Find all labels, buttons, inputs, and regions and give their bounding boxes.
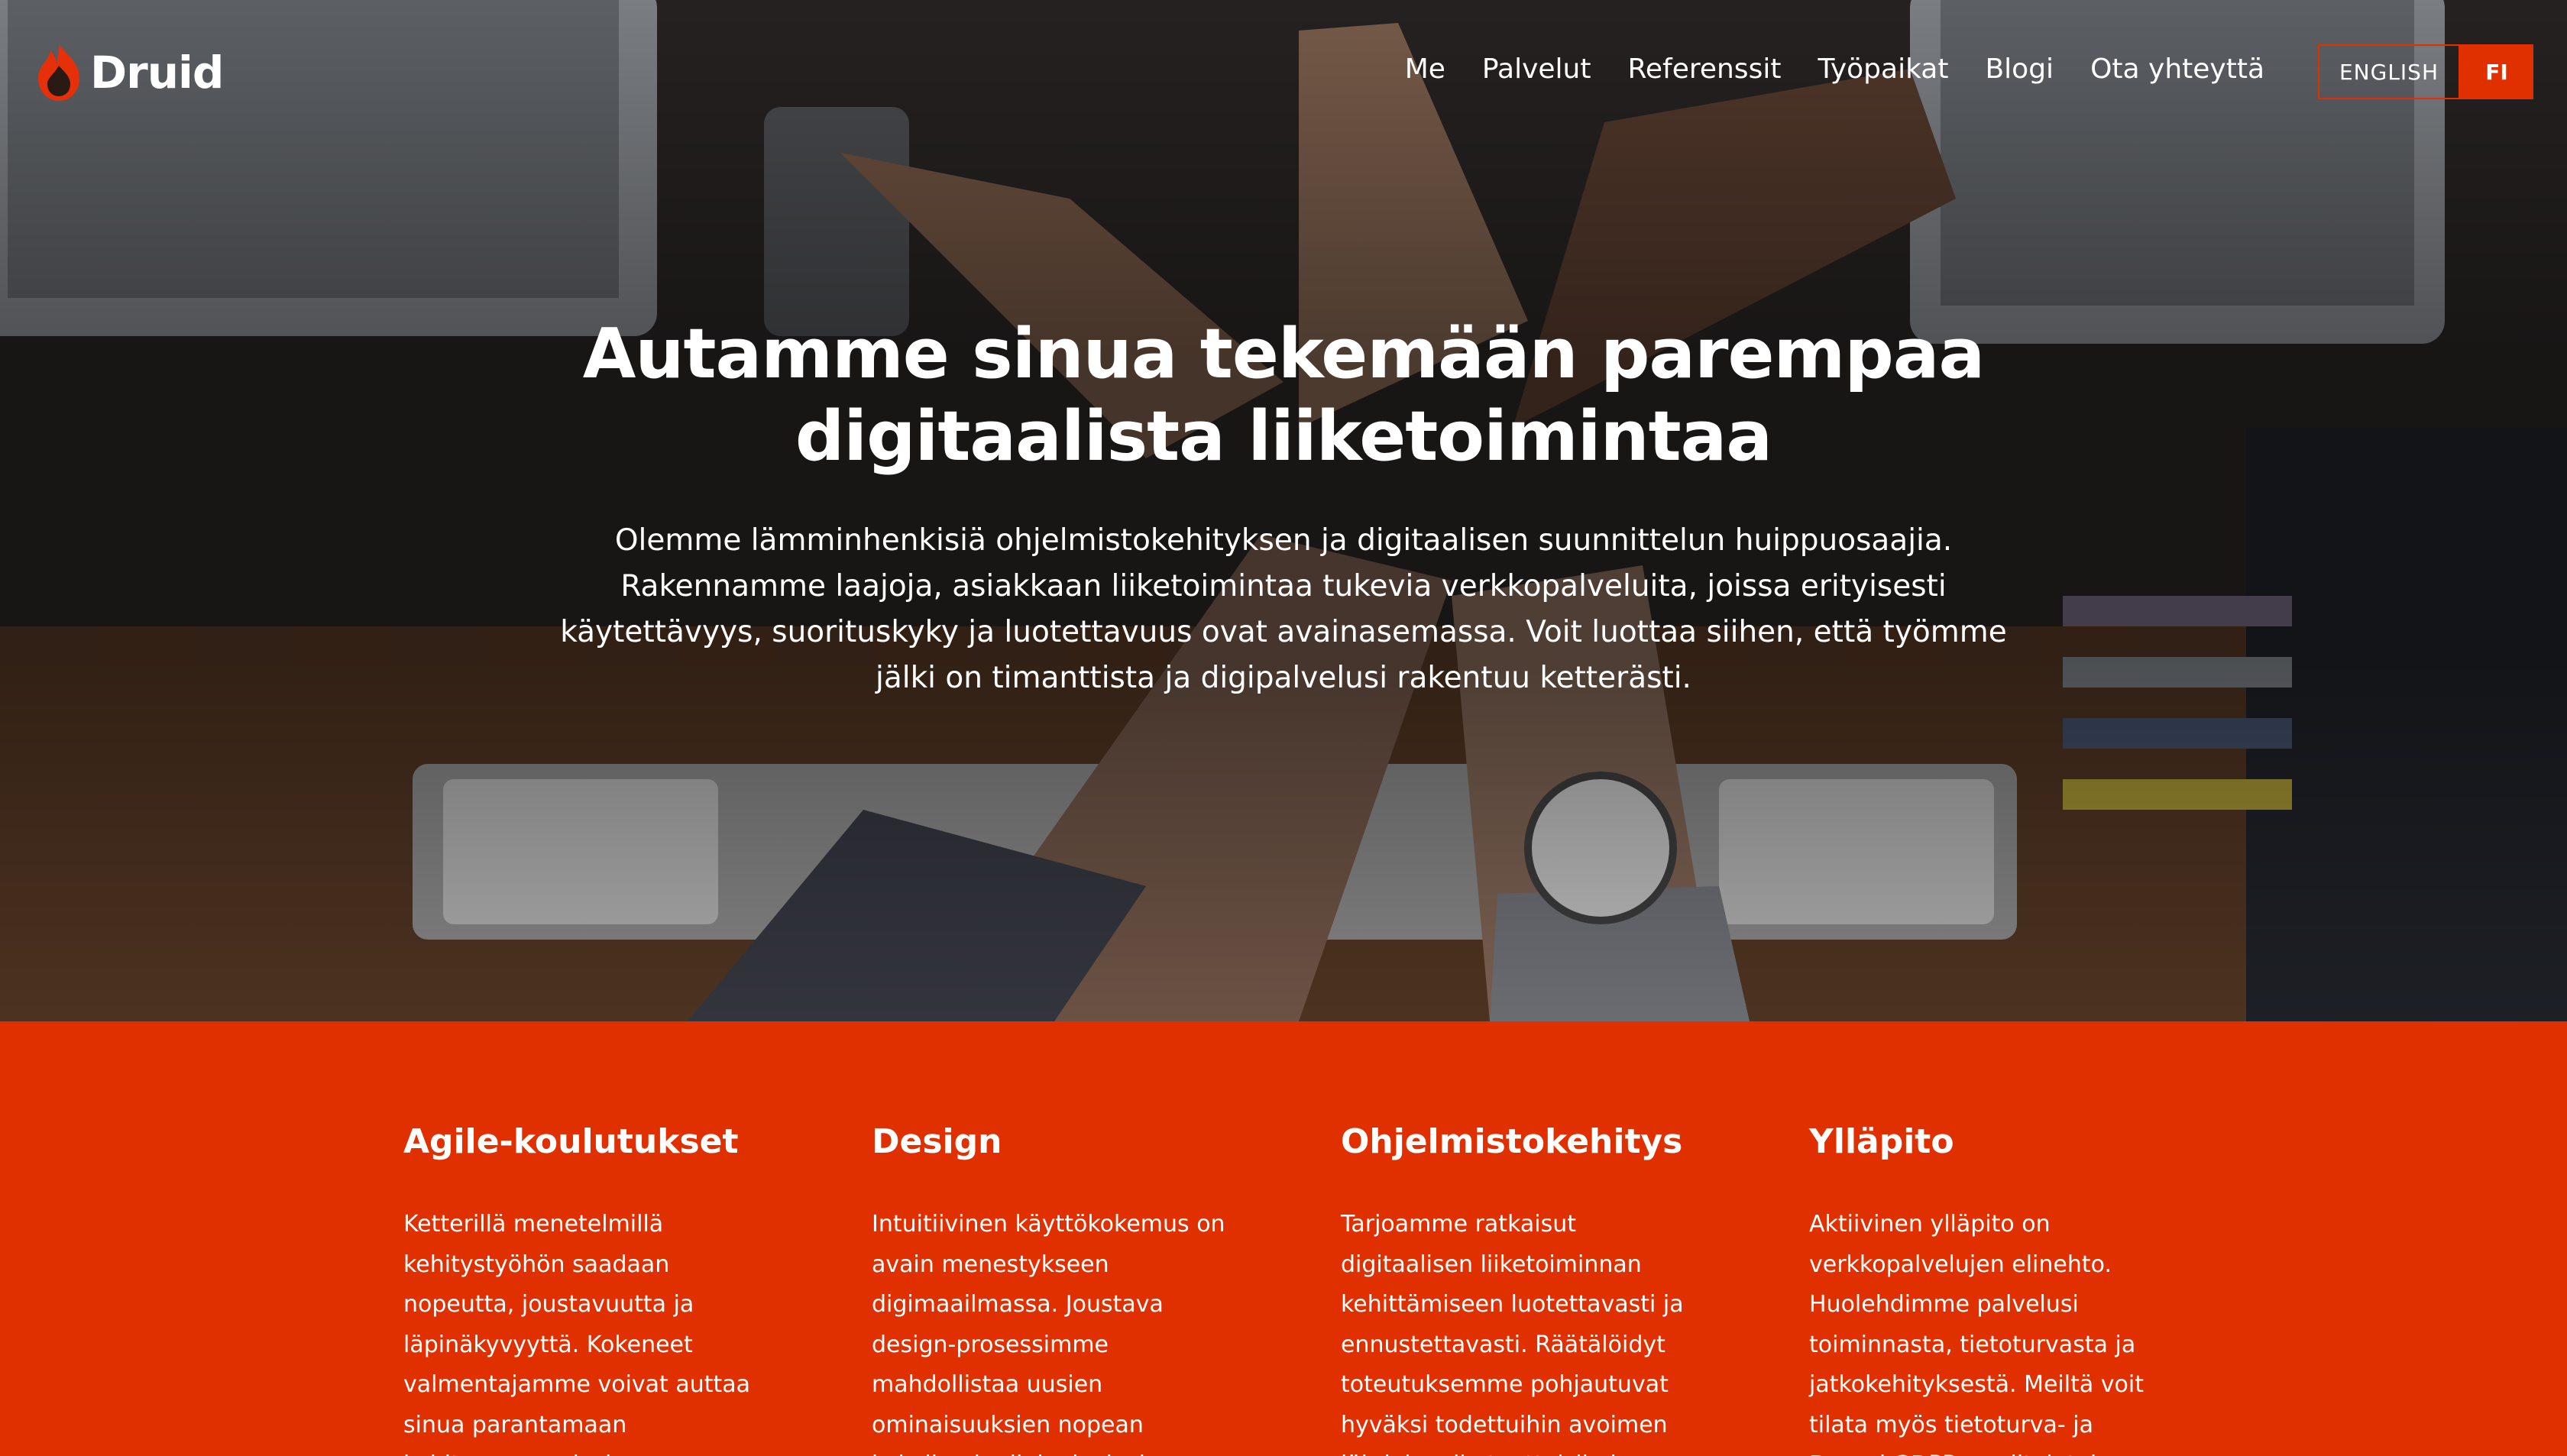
service-software-development-text: Tarjoamme ratkaisut digitaalisen liiketo… — [1341, 1211, 1684, 1456]
hero-description: Olemme lämminhenkisiä ohjelmistokehityks… — [560, 523, 2007, 695]
druid-logo[interactable]: Druid — [35, 43, 224, 102]
service-agile-title[interactable]: Agile-koulutukset — [403, 1119, 762, 1165]
service-design[interactable]: Design Intuitiivinen käyttökokemus on av… — [872, 1119, 1231, 1456]
language-english-button[interactable]: ENGLISH — [2318, 44, 2460, 99]
service-maintenance-text: Aktiivinen ylläpito on verkkopalvelujen … — [1809, 1211, 2144, 1456]
hero-section: Druid Me Palvelut Referenssit Työpaikat … — [0, 0, 2567, 1021]
nav-item-palvelut[interactable]: Palvelut — [1482, 53, 1591, 85]
hero-title: Autamme sinua tekemään parempaa digitaal… — [520, 313, 2047, 478]
service-maintenance-title[interactable]: Ylläpito — [1809, 1119, 2168, 1165]
service-agile[interactable]: Agile-koulutukset Ketterillä menetelmill… — [403, 1119, 762, 1456]
service-software-development[interactable]: Ohjelmistokehitys Tarjoamme ratkaisut di… — [1341, 1119, 1700, 1456]
hero-title-line-2: digitaalista liiketoimintaa — [795, 396, 1772, 477]
service-design-text: Intuitiivinen käyttökokemus on avain men… — [872, 1211, 1225, 1456]
nav-item-ota-yhteytta[interactable]: Ota yhteyttä — [2090, 53, 2264, 85]
nav-item-tyopaikat[interactable]: Työpaikat — [1818, 53, 1948, 85]
logo-wordmark: Druid — [90, 47, 224, 99]
language-switcher: ENGLISH FI — [2318, 44, 2533, 99]
main-navigation: Me Palvelut Referenssit Työpaikat Blogi … — [1405, 53, 2264, 85]
hero-title-line-1: Autamme sinua tekemään parempaa — [582, 314, 1985, 394]
service-agile-text: Ketterillä menetelmillä kehitystyöhön sa… — [403, 1211, 751, 1456]
services-section: Agile-koulutukset Ketterillä menetelmill… — [0, 1021, 2567, 1456]
nav-item-blogi[interactable]: Blogi — [1985, 53, 2054, 85]
service-maintenance[interactable]: Ylläpito Aktiivinen ylläpito on verkkopa… — [1809, 1119, 2168, 1456]
nav-item-referenssit[interactable]: Referenssit — [1627, 53, 1781, 85]
hero-dark-overlay — [0, 0, 2567, 1021]
service-software-development-title[interactable]: Ohjelmistokehitys — [1341, 1119, 1700, 1165]
nav-item-me[interactable]: Me — [1405, 53, 1445, 85]
service-design-title[interactable]: Design — [872, 1119, 1231, 1165]
flame-logo-icon — [38, 44, 79, 101]
language-finnish-button[interactable]: FI — [2460, 44, 2533, 99]
